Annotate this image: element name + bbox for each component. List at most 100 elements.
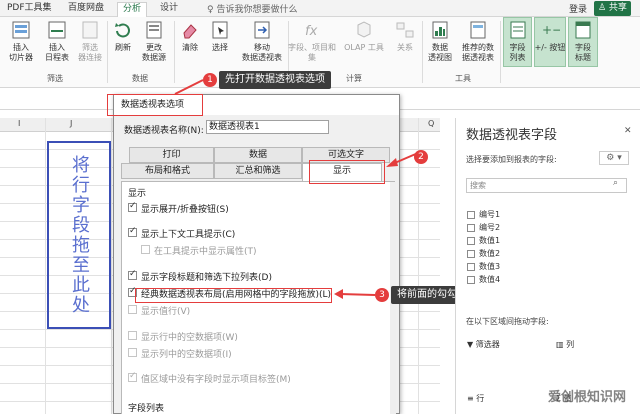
pivottable-fields-pane: 数据透视表字段 ✕ 选择要添加到报表的字段: ⚙ ▾ 搜索 ⌕ 编号1 编号2 … [455, 118, 640, 414]
olap-tools-button[interactable]: OLAP 工具 [340, 19, 388, 53]
clear-button[interactable]: 清除 [177, 19, 203, 53]
row-drop-zone-text: 将行字段拖至此处 [69, 155, 90, 315]
field-item[interactable]: 数值2 [467, 248, 500, 259]
filter-connections-label: 筛选 器连接 [78, 43, 102, 62]
tab-baidu-netdisk[interactable]: 百度网盘 [63, 2, 109, 17]
option-checkbox[interactable] [128, 305, 137, 314]
group-tools-label: 工具 [455, 74, 471, 83]
clear-label: 清除 [182, 43, 198, 52]
tab-print[interactable]: 打印 [129, 147, 214, 163]
pivottable-name-label: 数据透视表名称(N): [124, 126, 204, 136]
field-headers-button[interactable]: 字段 标题 [568, 19, 598, 63]
tab-analyze[interactable]: 分析 [117, 2, 148, 17]
column-header-j[interactable]: J [70, 119, 72, 128]
gear-icon[interactable]: ⚙ ▾ [599, 151, 629, 165]
tab-design[interactable]: 设计 [155, 2, 183, 17]
svg-text:fx: fx [305, 24, 318, 39]
fields-items-sets-label: 字段、项目和 集 [288, 43, 336, 62]
field-label: 数值3 [479, 262, 501, 271]
login-link[interactable]: 登录 [569, 2, 587, 15]
columns-area[interactable]: ▥ 列 [556, 339, 574, 350]
share-button[interactable]: ♙ 共享 [594, 1, 631, 16]
field-item[interactable]: 数值3 [467, 261, 500, 272]
pivottable-options-dialog: 数据透视表选项 数据透视表名称(N): 数据透视表1 打印 数据 可选文字 布局… [113, 94, 400, 414]
fields-items-sets-button[interactable]: fx 字段、项目和 集 [287, 19, 337, 63]
field-search-input[interactable]: 搜索 [466, 178, 627, 193]
option-checkbox[interactable] [128, 269, 137, 280]
recommended-pivottables-button[interactable]: 推荐的数 据透视表 [458, 19, 498, 63]
option-checkbox[interactable] [128, 201, 137, 212]
ribbon-separator [174, 21, 175, 83]
option-label: 显示值行(V) [141, 307, 191, 317]
column-header-q[interactable]: Q [428, 119, 434, 128]
step-2-badge: 2 [414, 150, 428, 164]
field-label: 数值4 [479, 275, 501, 284]
plus-minus-label: +/- 按钮 [534, 43, 566, 52]
tab-data[interactable]: 数据 [214, 147, 302, 163]
insert-timeline-label: 插入 日程表 [45, 43, 69, 62]
option-checkbox[interactable] [128, 331, 137, 340]
field-item[interactable]: 数值1 [467, 235, 500, 246]
grid-column-line [111, 118, 112, 414]
relationships-button[interactable]: 关系 [392, 19, 418, 53]
select-label: 选择 [212, 43, 228, 52]
field-checkbox[interactable] [467, 262, 475, 271]
tell-me-search[interactable]: ♀ 告诉我你想要做什么 [207, 2, 297, 15]
column-header-i[interactable]: I [18, 119, 20, 128]
recommended-pivottables-label: 推荐的数 据透视表 [462, 43, 494, 62]
plus-minus-buttons-button[interactable]: +− +/- 按钮 [534, 19, 566, 53]
field-headers-icon [575, 21, 591, 39]
option-checkbox[interactable] [128, 371, 137, 382]
olap-icon [357, 21, 371, 38]
tab-pdf-tools[interactable]: PDF工具集 [2, 2, 57, 17]
field-list-button[interactable]: 字段 列表 [503, 19, 532, 63]
field-label: 数值2 [479, 249, 501, 258]
eraser-icon [183, 24, 197, 39]
field-headers-label: 字段 标题 [575, 43, 591, 62]
display-tab-highlight [309, 160, 385, 184]
section-display-heading: 显示 [128, 189, 147, 199]
move-pivottable-button[interactable]: 移动 数据透视表 [238, 19, 286, 63]
pivot-chart-button[interactable]: 数据 透视图 [426, 19, 454, 63]
classic-layout-highlight [135, 288, 332, 303]
pivot-chart-icon [432, 21, 448, 39]
data-source-icon [146, 21, 162, 39]
rows-area[interactable]: ≡ 行 [467, 393, 484, 404]
field-checkbox[interactable] [467, 249, 475, 258]
section-field-list-heading: 字段列表 [128, 404, 165, 414]
field-item[interactable]: 编号2 [467, 222, 500, 233]
option-checkbox[interactable] [128, 226, 137, 237]
pane-subtitle: 选择要添加到报表的字段: [466, 155, 557, 164]
filter-connections-button[interactable]: 筛选 器连接 [75, 19, 105, 63]
pivottable-name-input[interactable]: 数据透视表1 [206, 120, 329, 134]
select-button[interactable]: 选择 [207, 19, 233, 53]
option-label: 显示字段标题和筛选下拉列表(D) [141, 273, 272, 283]
field-checkbox[interactable] [467, 236, 475, 245]
change-data-source-button[interactable]: 更改 数据源 [139, 19, 169, 63]
field-checkbox[interactable] [467, 275, 475, 284]
option-checkbox[interactable] [141, 245, 150, 254]
pivot-chart-label: 数据 透视图 [428, 43, 452, 62]
dialog-title-highlight [107, 94, 203, 116]
option-label: 显示行中的空数据项(W) [141, 333, 238, 343]
group-filter-label: 筛选 [47, 74, 63, 83]
step-3-badge: 3 [375, 288, 389, 302]
field-checkbox[interactable] [467, 223, 475, 232]
row-drop-zone[interactable]: 将行字段拖至此处 [47, 141, 111, 329]
field-checkbox[interactable] [467, 210, 475, 219]
insert-timeline-button[interactable]: 插入 日程表 [42, 19, 72, 63]
filters-area[interactable]: ▼ 筛选器 [467, 339, 500, 350]
ribbon-tab-bar: PDF工具集 百度网盘 分析 设计 ♀ 告诉我你想要做什么 登录 ♙ 共享 [0, 0, 640, 17]
close-icon[interactable]: ✕ [624, 126, 632, 136]
field-label: 编号2 [479, 223, 501, 232]
tab-layout-format[interactable]: 布局和格式 [121, 163, 214, 179]
insert-slicer-button[interactable]: 插入 切片器 [6, 19, 36, 63]
refresh-button[interactable]: 刷新 [110, 19, 136, 53]
tab-totals-filters[interactable]: 汇总和筛选 [214, 163, 302, 179]
option-checkbox[interactable] [128, 348, 137, 357]
option-label: 显示上下文工具提示(C) [141, 230, 236, 240]
olap-tools-label: OLAP 工具 [344, 43, 384, 52]
field-item[interactable]: 编号1 [467, 209, 500, 220]
field-item[interactable]: 数值4 [467, 274, 500, 285]
refresh-icon [115, 23, 130, 38]
